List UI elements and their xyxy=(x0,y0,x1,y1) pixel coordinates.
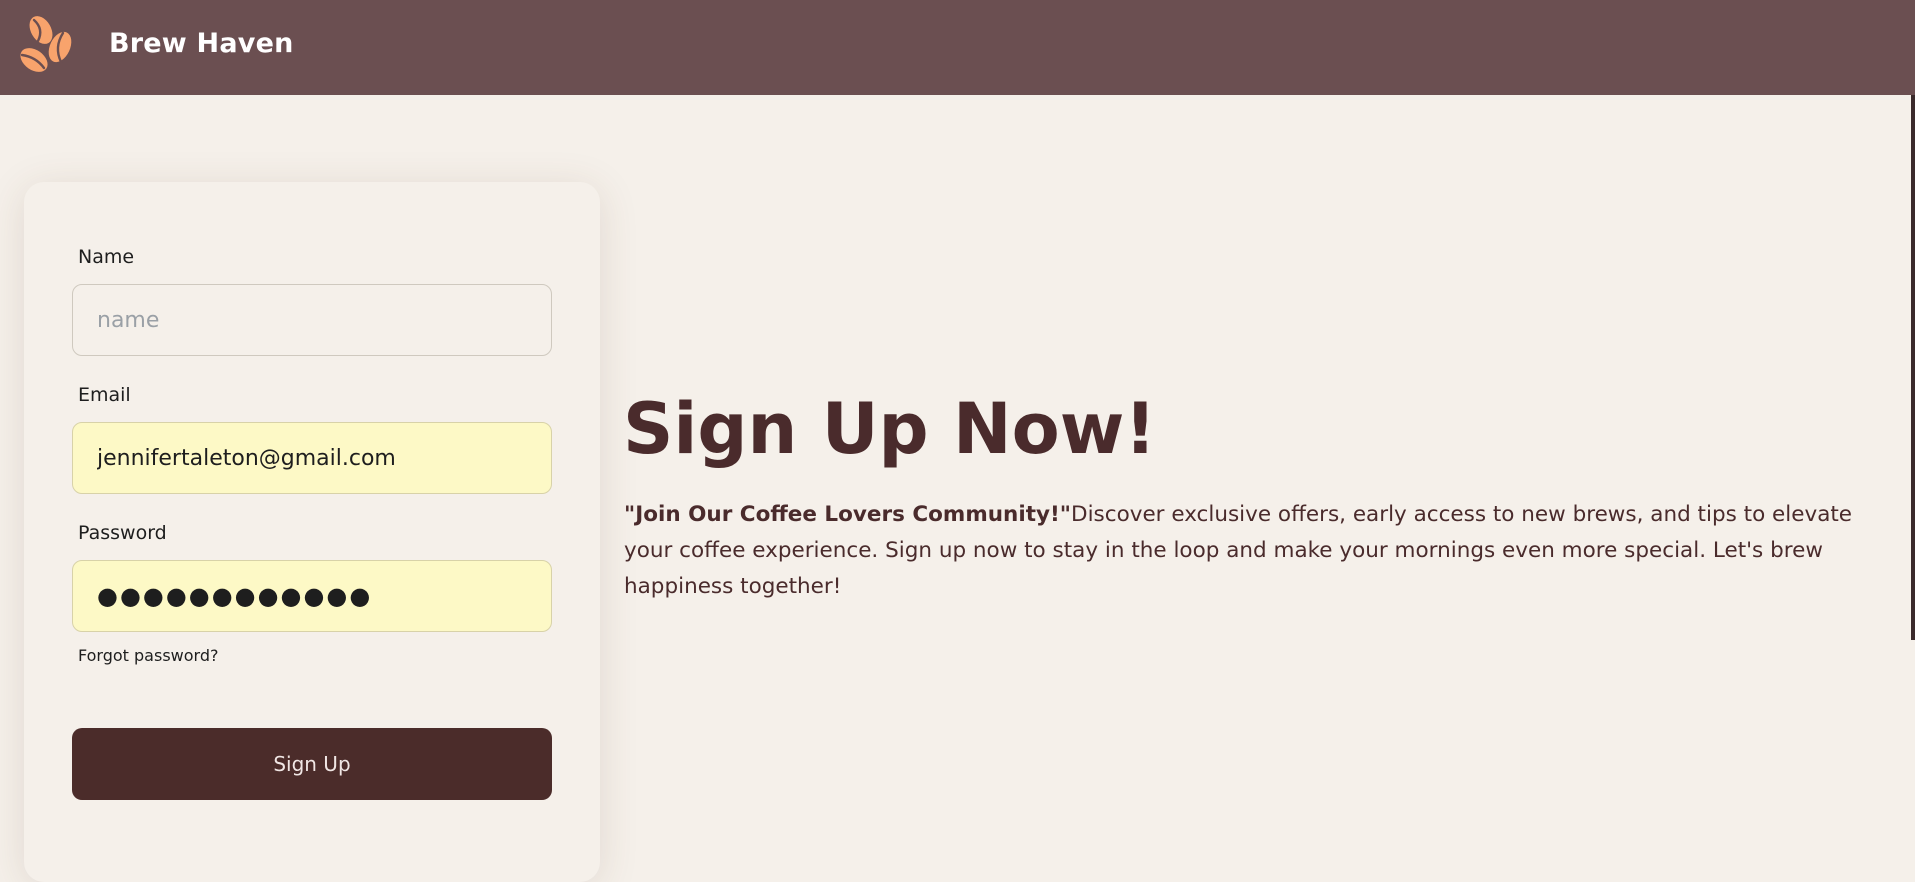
email-input[interactable] xyxy=(72,422,552,494)
password-input[interactable] xyxy=(72,560,552,632)
coffee-beans-icon[interactable] xyxy=(14,13,82,81)
name-label: Name xyxy=(78,246,135,268)
hero-description: "Join Our Coffee Lovers Community!"Disco… xyxy=(624,497,1864,605)
email-label: Email xyxy=(78,384,131,406)
brand-title[interactable]: Brew Haven xyxy=(109,28,294,59)
top-navbar: Brew Haven xyxy=(0,0,1915,95)
sign-up-button[interactable]: Sign Up xyxy=(72,728,552,800)
scrollbar[interactable] xyxy=(1911,95,1915,640)
signup-form-card: Name Email Password Forgot password? Sig… xyxy=(24,182,600,882)
password-label: Password xyxy=(78,522,167,544)
hero-title: Sign Up Now! xyxy=(623,388,1157,470)
hero-tagline: "Join Our Coffee Lovers Community!" xyxy=(624,502,1072,527)
name-input[interactable] xyxy=(72,284,552,356)
forgot-password-link[interactable]: Forgot password? xyxy=(78,646,218,665)
